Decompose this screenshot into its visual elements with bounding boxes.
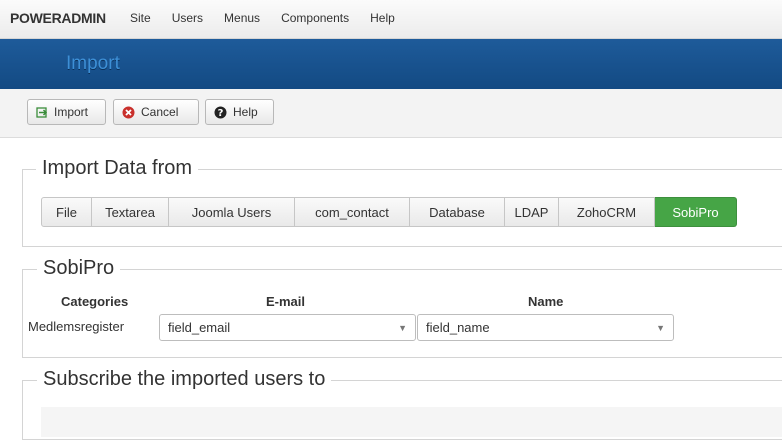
sobipro-legend: SobiPro xyxy=(37,257,121,280)
subscribe-legend: Subscribe the imported users to xyxy=(37,368,332,391)
main-menu: Site Users Menus Components Help xyxy=(130,11,416,25)
email-field-select[interactable]: field_email ▼ xyxy=(159,314,416,341)
logo-power-text: POWER xyxy=(10,10,62,26)
import-button[interactable]: Import xyxy=(27,99,106,125)
subscribe-fieldset: Subscribe the imported users to xyxy=(22,368,782,440)
chevron-down-icon: ▼ xyxy=(398,323,407,333)
page-title-bar: Import xyxy=(0,39,782,89)
tab-sobipro[interactable]: SobiPro xyxy=(655,197,737,227)
tab-textarea[interactable]: Textarea xyxy=(92,197,169,227)
categories-header: Categories xyxy=(61,294,129,309)
toolbar: Import Cancel ? Help xyxy=(0,89,782,138)
tab-zohocrm[interactable]: ZohoCRM xyxy=(559,197,655,227)
subscribe-list-area xyxy=(41,407,782,437)
logo-admin-text: ADMIN xyxy=(61,10,106,26)
cancel-button[interactable]: Cancel xyxy=(113,99,199,125)
menu-item-site[interactable]: Site xyxy=(130,11,151,25)
help-button[interactable]: ? Help xyxy=(205,99,274,125)
name-select-value: field_name xyxy=(426,320,490,335)
import-icon xyxy=(36,106,48,118)
tab-database[interactable]: Database xyxy=(410,197,505,227)
app-logo[interactable]: POWERADMIN xyxy=(10,10,106,26)
page-title: Import xyxy=(66,53,120,74)
import-source-tabs: File Textarea Joomla Users com_contact D… xyxy=(41,197,737,227)
name-header: Name xyxy=(528,294,564,309)
menu-item-users[interactable]: Users xyxy=(172,11,203,25)
category-value: Medlemsregister xyxy=(28,319,125,334)
tab-file[interactable]: File xyxy=(41,197,92,227)
tab-com-contact[interactable]: com_contact xyxy=(295,197,410,227)
import-data-from-fieldset: Import Data from File Textarea Joomla Us… xyxy=(22,157,782,247)
menu-item-components[interactable]: Components xyxy=(281,11,349,25)
cancel-icon xyxy=(122,106,135,119)
top-menu-bar: POWERADMIN Site Users Menus Components H… xyxy=(0,0,782,39)
menu-item-help[interactable]: Help xyxy=(370,11,395,25)
email-select-value: field_email xyxy=(168,320,231,335)
tab-ldap[interactable]: LDAP xyxy=(505,197,559,227)
tab-joomla-users[interactable]: Joomla Users xyxy=(169,197,295,227)
svg-text:?: ? xyxy=(218,108,224,119)
import-button-label: Import xyxy=(54,105,89,119)
sobipro-fieldset: SobiPro Categories E-mail Name Medlemsre… xyxy=(22,257,782,358)
name-field-select[interactable]: field_name ▼ xyxy=(417,314,674,341)
import-data-from-legend: Import Data from xyxy=(36,157,199,180)
help-icon: ? xyxy=(214,106,227,119)
cancel-button-label: Cancel xyxy=(141,105,179,119)
chevron-down-icon: ▼ xyxy=(656,323,665,333)
menu-item-menus[interactable]: Menus xyxy=(224,11,260,25)
email-header: E-mail xyxy=(266,294,306,309)
help-button-label: Help xyxy=(233,105,258,119)
